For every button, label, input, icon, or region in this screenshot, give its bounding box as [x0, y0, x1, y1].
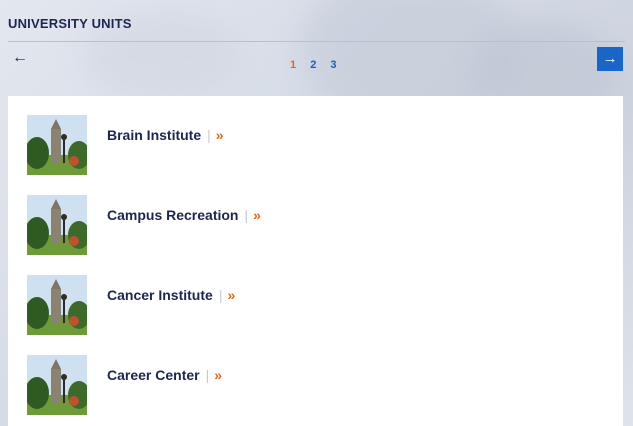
double-chevron-right-icon[interactable]: »	[214, 367, 222, 383]
pagination: 1 2 3	[290, 59, 348, 71]
double-chevron-right-icon[interactable]: »	[216, 127, 224, 143]
unit-title: Brain Institute | »	[107, 127, 224, 143]
page-1-link[interactable]: 1	[290, 59, 296, 71]
next-button[interactable]: →	[597, 47, 623, 71]
unit-name-link[interactable]: Cancer Institute	[107, 287, 213, 303]
unit-name-link[interactable]: Campus Recreation	[107, 207, 238, 223]
double-chevron-right-icon[interactable]: »	[253, 207, 261, 223]
list-item: Career Center |»	[27, 355, 587, 415]
unit-thumbnail[interactable]	[27, 275, 87, 335]
page-3-link[interactable]: 3	[330, 59, 336, 71]
separator: |	[244, 207, 249, 223]
page-2-link[interactable]: 2	[310, 59, 316, 71]
double-chevron-right-icon[interactable]: »	[227, 287, 235, 303]
list-item: Brain Institute | »	[27, 115, 587, 175]
unit-thumbnail[interactable]	[27, 115, 87, 175]
separator: |	[218, 287, 223, 303]
unit-name-link[interactable]: Brain Institute	[107, 127, 201, 143]
list-item: Cancer Institute |»	[27, 275, 587, 335]
unit-name-link[interactable]: Career Center	[107, 367, 200, 383]
divider	[8, 41, 625, 42]
unit-thumbnail[interactable]	[27, 195, 87, 255]
unit-title: Career Center |»	[107, 367, 222, 383]
separator: |	[205, 367, 210, 383]
unit-title: Campus Recreation |»	[107, 207, 261, 223]
prev-arrow-icon[interactable]: ←	[12, 49, 28, 67]
separator: |	[207, 127, 211, 143]
unit-title: Cancer Institute |»	[107, 287, 235, 303]
units-list-panel: Brain Institute|» Campus Recreation|»	[8, 96, 623, 426]
section-title: UNIVERSITY UNITS	[8, 16, 132, 31]
unit-thumbnail[interactable]	[27, 355, 87, 415]
list-item: Campus Recreation |»	[27, 195, 587, 255]
